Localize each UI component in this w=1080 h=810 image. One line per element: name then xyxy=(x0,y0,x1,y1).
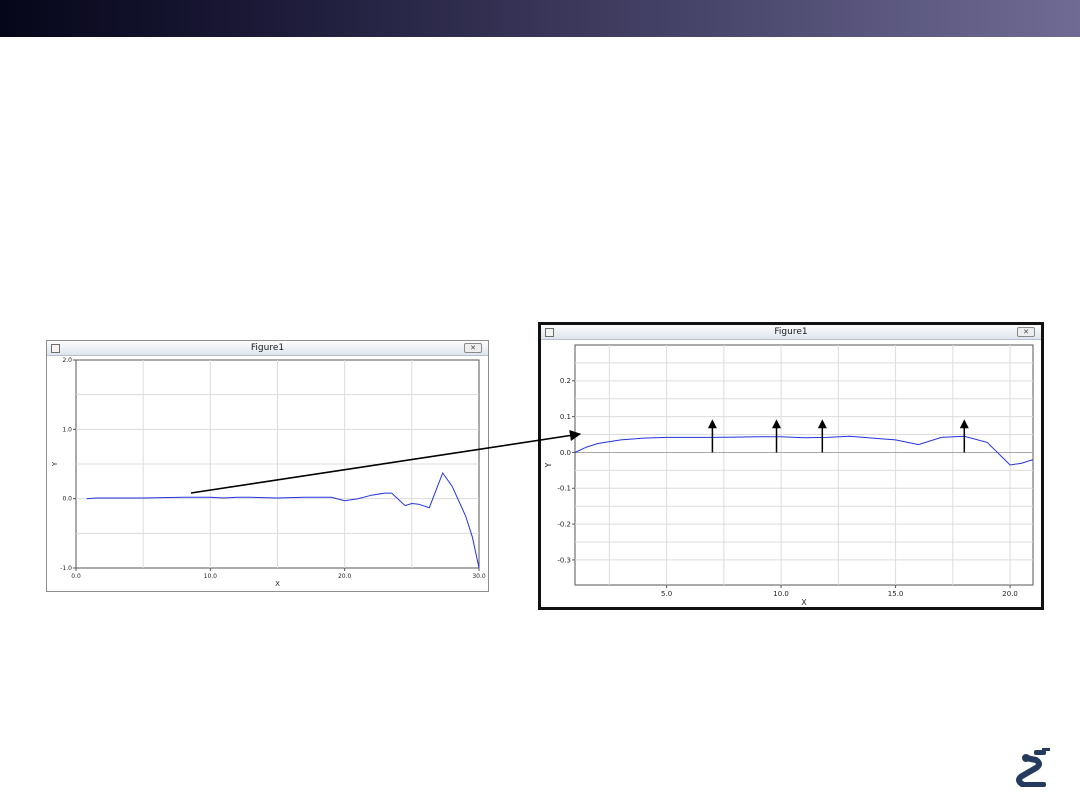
robot-arm-logo-icon xyxy=(1016,748,1050,787)
x-tick-label: 15.0 xyxy=(888,590,904,598)
y-axis-label: Y xyxy=(544,462,553,468)
x-tick-label: 20.0 xyxy=(1002,590,1018,598)
y-tick-label: 2.0 xyxy=(62,357,72,364)
y-axis-label: Y xyxy=(51,461,59,467)
line-chart-full: 0.0 10.0 20.0 30.0-1.00.01.02.0XY xyxy=(51,357,486,588)
x-axis-label: X xyxy=(801,598,807,607)
title-banner xyxy=(0,0,1080,37)
y-tick-label: 0.0 xyxy=(560,449,571,457)
y-tick-label: -0.1 xyxy=(557,485,571,493)
y-tick-label: 1.0 xyxy=(62,426,72,433)
x-tick-label: 10.0 xyxy=(773,590,789,598)
y-tick-label: 0.2 xyxy=(560,377,571,385)
x-tick-label: 20.0 xyxy=(338,573,352,580)
y-tick-label: -0.3 xyxy=(557,556,571,564)
x-tick-label: 10.0 xyxy=(204,573,218,580)
y-tick-label: -0.2 xyxy=(557,520,571,528)
x-tick-label: 0.0 xyxy=(71,573,81,580)
y-tick-label: 0.1 xyxy=(560,413,571,421)
figure-window-full[interactable]: Figure1 ✕ 0.0 10.0 20.0 30.0 -1.0 0.0 1.0 2.0 X Y xyxy=(46,340,489,592)
figure-window-zoomed[interactable]: Figure1 ✕ 5.0 10.0 15.0 20.0 -0.3 -0.2 -0.1 0.0… xyxy=(538,322,1044,610)
y-tick-label: -1.0 xyxy=(60,565,72,572)
x-axis-label: X xyxy=(275,580,280,588)
x-tick-label: 5.0 xyxy=(661,590,672,598)
line-chart-zoomed: 5.0 10.0 15.0 20.0 -0.3 -0.2 -0.1 0.0 0.1 0.2 X Y xyxy=(544,344,1034,607)
x-tick-label: 30.0 xyxy=(472,573,486,580)
y-tick-label: 0.0 xyxy=(62,496,72,503)
